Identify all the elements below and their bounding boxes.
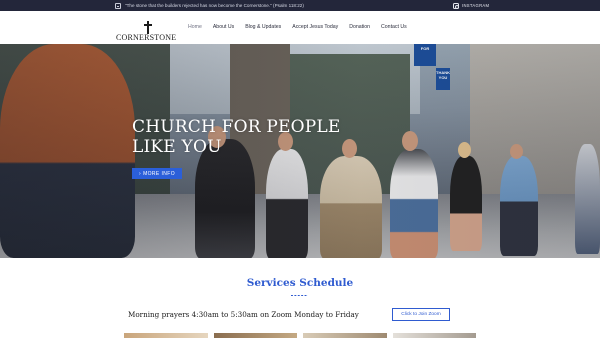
main-nav: Home About Us Blog & Updates Accept Jesu… [188, 24, 418, 30]
hero-banner: FOR THANK YOU CHURCH FOR PEOPLE LIKE YOU… [0, 44, 600, 258]
hero-title-line1: CHURCH FOR PEOPLE [132, 117, 341, 137]
service-thumbnail[interactable] [124, 333, 208, 338]
more-info-label: MORE INFO [143, 170, 175, 177]
service-thumbnail[interactable] [213, 333, 297, 338]
instagram-label: INSTAGRAM [462, 3, 490, 8]
services-title: Services Schedule [246, 277, 354, 289]
verse-text: "The stone that the builders rejected ha… [125, 3, 304, 8]
logo-text: CORNERSTONE [116, 33, 177, 42]
service-thumbnails [124, 333, 476, 338]
nav-blog-updates[interactable]: Blog & Updates [245, 24, 281, 30]
schedule-text: Morning prayers 4:30am to 5:30am on Zoom… [128, 310, 359, 319]
book-icon [115, 2, 121, 9]
service-thumbnail[interactable] [392, 333, 476, 338]
instagram-link[interactable]: INSTAGRAM [453, 1, 489, 10]
nav-contact-us[interactable]: Contact Us [381, 24, 407, 30]
title-divider [291, 295, 308, 297]
join-zoom-button[interactable]: Click to Join Zoom [392, 308, 450, 321]
more-info-button[interactable]: › MORE INFO [132, 168, 182, 179]
nav-accept-jesus[interactable]: Accept Jesus Today [292, 24, 338, 30]
chevron-right-icon: › [138, 170, 142, 177]
instagram-icon [453, 2, 460, 9]
nav-donation[interactable]: Donation [349, 24, 370, 30]
verse-banner: "The stone that the builders rejected ha… [115, 1, 304, 10]
site-header: CORNERSTONE Home About Us Blog & Updates… [0, 11, 600, 44]
hero-title: CHURCH FOR PEOPLE LIKE YOU [132, 117, 362, 157]
nav-home[interactable]: Home [188, 24, 202, 30]
service-thumbnail[interactable] [303, 333, 387, 338]
nav-about-us[interactable]: About Us [213, 24, 234, 30]
top-bar: "The stone that the builders rejected ha… [0, 0, 600, 11]
hero-title-line2: LIKE YOU [132, 137, 222, 157]
